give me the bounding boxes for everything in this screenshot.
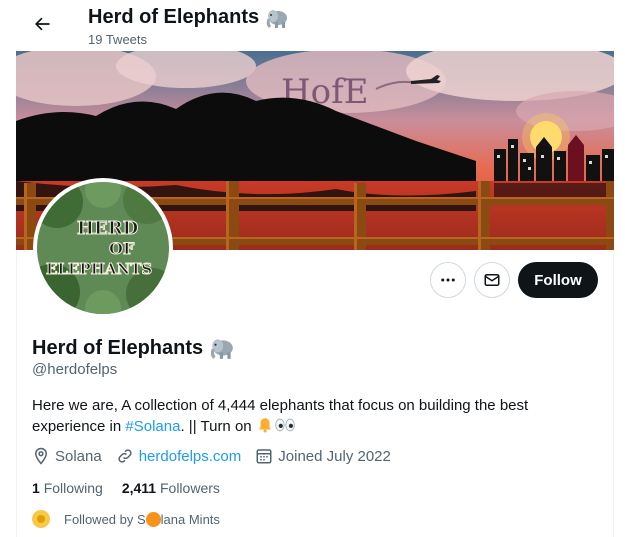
header-title-text: Herd of Elephants (88, 6, 260, 28)
eyes-emoji-icon (275, 418, 295, 432)
link-icon (118, 449, 132, 463)
back-button[interactable] (28, 10, 56, 38)
following-count-link[interactable]: 1 Following (32, 480, 103, 496)
profile-header: Herd of Elephants 19 Tweets (0, 0, 625, 50)
followers-count-link[interactable]: 2,411 Followers (122, 480, 220, 496)
follow-button[interactable]: Follow (518, 262, 598, 298)
elephant-emoji-icon (266, 9, 288, 28)
followers-label: Followers (159, 480, 220, 496)
more-icon (441, 278, 455, 282)
message-button[interactable] (474, 262, 510, 298)
bio-text-2: . || Turn on (180, 418, 256, 435)
avatar-image: HERD OF ELEPHANTS (37, 182, 169, 314)
following-number: 1 (32, 480, 40, 496)
follower-avatar (32, 510, 50, 528)
location-pin-icon (34, 447, 48, 465)
avatar-line2: OF (109, 239, 135, 258)
envelope-icon (484, 274, 500, 286)
follow-counts: 1 Following 2,411 Followers (32, 480, 239, 496)
arrow-left-icon (35, 17, 50, 31)
followed-by-suffix: lana Mints (160, 511, 220, 527)
profile-meta: Solana herdofelps.com Joined July 2022 (32, 447, 405, 465)
bell-emoji-icon (258, 418, 271, 433)
location-item: Solana (32, 447, 102, 465)
profile-bio: Here we are, A collection of 4,444 eleph… (32, 396, 592, 437)
followed-by[interactable]: Followed by S lana Mints (32, 510, 220, 528)
profile-name: Herd of Elephants (32, 336, 235, 360)
profile-avatar[interactable]: HERD OF ELEPHANTS (33, 178, 173, 318)
joined-item: Joined July 2022 (255, 447, 391, 465)
following-label: Following (43, 480, 103, 496)
elephant-emoji-icon (210, 339, 233, 359)
tweet-count: 19 Tweets (88, 32, 148, 47)
profile-name-text: Herd of Elephants (32, 336, 204, 359)
followers-number: 2,411 (121, 480, 157, 496)
hashtag-link[interactable]: #Solana (125, 418, 180, 435)
orange-circle-icon (145, 511, 161, 527)
location-text: Solana (55, 447, 102, 465)
profile-handle: @herdofelps (32, 361, 118, 378)
followed-by-prefix: Followed by S (64, 511, 146, 527)
follower-avatar-icon (37, 515, 45, 523)
website-link[interactable]: herdofelps.com (139, 448, 242, 465)
header-title: Herd of Elephants (88, 6, 289, 29)
avatar-line3: ELEPHANTS (46, 260, 152, 278)
joined-text: Joined July 2022 (278, 447, 391, 465)
website-item[interactable]: herdofelps.com (116, 447, 242, 465)
avatar-line1: HERD (77, 218, 138, 239)
calendar-icon (256, 449, 272, 464)
more-button[interactable] (430, 262, 466, 298)
